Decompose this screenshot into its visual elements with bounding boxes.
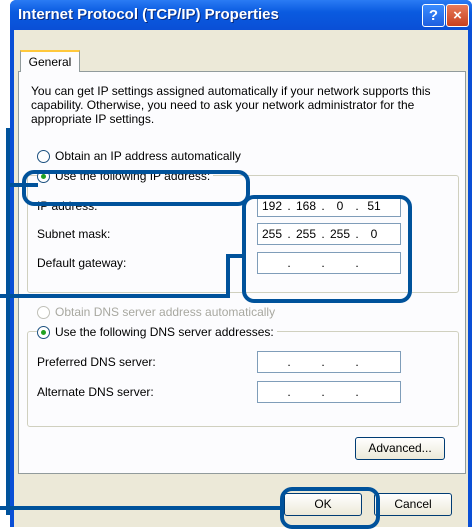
subnet-mask-label: Subnet mask: — [37, 227, 111, 241]
alternate-dns-input[interactable]: . . . — [257, 381, 401, 403]
tab-general[interactable]: General — [20, 50, 80, 72]
callout-leader-line — [6, 183, 38, 187]
callout-leader-line — [0, 294, 230, 298]
cancel-button[interactable]: Cancel — [374, 493, 452, 516]
ok-button[interactable]: OK — [284, 493, 362, 516]
advanced-button[interactable]: Advanced... — [355, 437, 445, 460]
radio-label: Use the following DNS server addresses: — [55, 325, 274, 339]
dialog-body: General You can get IP settings assigned… — [14, 30, 468, 527]
dns-groupbox — [27, 331, 459, 427]
octet: 0 — [370, 227, 378, 241]
radio-unchecked-icon — [37, 149, 50, 163]
octet: 0 — [336, 199, 344, 213]
radio-checked-icon — [37, 169, 50, 183]
octet: 255 — [329, 227, 351, 241]
title-bar[interactable]: Internet Protocol (TCP/IP) Properties ? … — [10, 0, 472, 30]
dialog-window: Internet Protocol (TCP/IP) Properties ? … — [10, 0, 472, 527]
ip-address-label: IP address: — [37, 199, 98, 213]
radio-disabled-icon — [37, 305, 50, 319]
close-button[interactable]: × — [446, 4, 469, 27]
subnet-mask-input[interactable]: 255. 255. 255. 0 — [257, 223, 401, 245]
alternate-dns-label: Alternate DNS server: — [37, 385, 154, 399]
default-gateway-label: Default gateway: — [37, 256, 127, 270]
radio-checked-icon — [37, 325, 50, 339]
window-title: Internet Protocol (TCP/IP) Properties — [18, 6, 279, 23]
ip-address-input[interactable]: 192. 168. 0. 51 — [257, 195, 401, 217]
octet: 168 — [295, 199, 317, 213]
callout-leader-line — [0, 506, 284, 510]
radio-obtain-dns-auto[interactable]: Obtain DNS server address automatically — [37, 305, 275, 319]
description-text: You can get IP settings assigned automat… — [31, 84, 431, 126]
radio-label: Obtain an IP address automatically — [55, 149, 241, 163]
radio-use-following-dns[interactable]: Use the following DNS server addresses: — [37, 325, 277, 339]
radio-label: Use the following IP address: — [55, 169, 211, 183]
preferred-dns-label: Preferred DNS server: — [37, 355, 156, 369]
preferred-dns-input[interactable]: . . . — [257, 351, 401, 373]
octet: 255 — [261, 227, 283, 241]
radio-label: Obtain DNS server address automatically — [55, 305, 276, 319]
callout-leader-line — [226, 254, 230, 298]
help-button[interactable]: ? — [422, 4, 445, 27]
octet: 51 — [367, 199, 381, 213]
default-gateway-input[interactable]: . . . — [257, 252, 401, 274]
octet: 255 — [295, 227, 317, 241]
radio-use-following-ip[interactable]: Use the following IP address: — [37, 169, 214, 183]
general-panel: You can get IP settings assigned automat… — [18, 71, 466, 474]
callout-leader-line — [226, 254, 246, 258]
octet: 192 — [261, 199, 283, 213]
radio-obtain-ip-auto[interactable]: Obtain an IP address automatically — [37, 149, 241, 163]
